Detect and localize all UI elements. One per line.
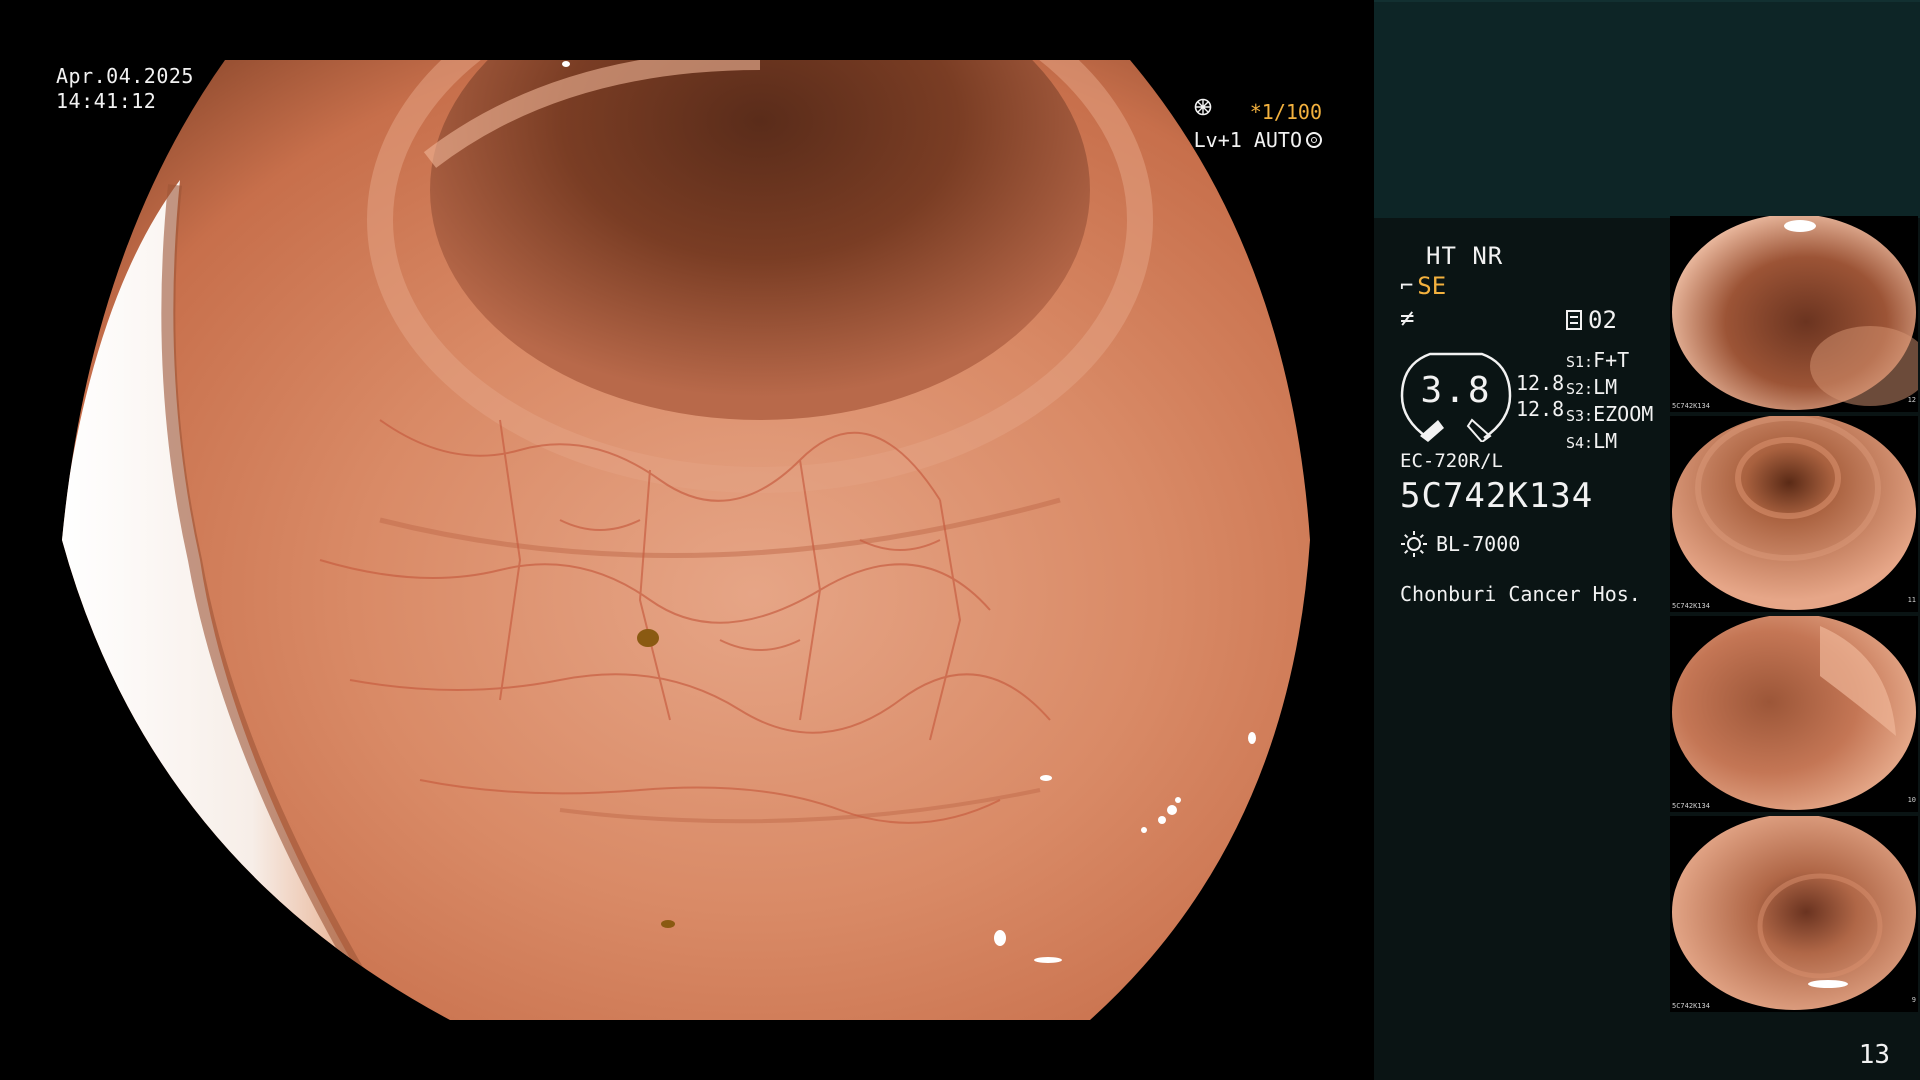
switch-s4: S4:LM [1566,429,1618,453]
thumbnail-label: 5C742K134 [1672,802,1710,810]
gauge-numbers: 12.8 12.8 [1516,370,1564,422]
iris-icon [1306,132,1322,148]
thumbnail-3[interactable]: 5C742K134 10 [1670,616,1918,812]
gauge-value: 3.8 [1420,370,1492,411]
thumbnail-1[interactable]: 5C742K134 12 [1670,216,1918,412]
hook-icon: ⌐ [1400,273,1414,299]
page-number: 13 [1858,1040,1890,1070]
switch-s3: S3:EZOOM [1566,402,1654,426]
shutter-speed: *1/100 [1249,100,1322,124]
thumbnail-label: 5C742K134 [1672,1002,1710,1010]
top-teal-area [1374,0,1920,218]
thumbnail-label: 5C742K134 [1672,602,1710,610]
channel-number: 02 [1588,306,1617,334]
info-panel: HT NR ⌐ SE ≠ 02 3.8 12.8 12.8 S1:F+T S2:… [1374,0,1920,1080]
light-source-text: BL-7000 [1436,532,1521,556]
sun-icon [1401,531,1427,557]
exposure-readout: *1/100 Lv+1 AUTO [1194,98,1322,154]
gauge-number-2: 12.8 [1516,397,1565,421]
thumbnail-image [1672,816,1916,1010]
thumbnail-image [1672,216,1918,410]
document-icon [1566,310,1582,330]
level-text: Lv+1 AUTO [1193,128,1302,152]
switch-s2: S2:LM [1566,375,1618,399]
se-row: ⌐ SE [1400,272,1446,300]
se-text: SE [1417,272,1447,300]
time-text: 14:41:12 [56,89,157,113]
thumbnail-image [1672,416,1916,610]
thumbnail-number: 10 [1907,796,1916,804]
shutter-row: *1/100 [1194,98,1322,126]
date-text: Apr.04.2025 [56,64,194,88]
scope-serial: 5C742K134 [1400,476,1594,516]
main-endoscope-view: Apr.04.2025 14:41:12 *1/100 Lv+1 AUTO [0,0,1372,1080]
switch-s1: S1:F+T [1566,348,1630,372]
thumbnail-number: 9 [1911,996,1916,1004]
date-time-readout: Apr.04.2025 14:41:12 [56,64,194,114]
thumbnail-label: 5C742K134 [1672,402,1710,410]
thumbnail-strip: 5C742K134 12 5C742K134 11 5C742K134 10 5… [1670,216,1918,1016]
endoscopy-screen: Apr.04.2025 14:41:12 *1/100 Lv+1 AUTO HT… [0,0,1920,1080]
thumbnail-2[interactable]: 5C742K134 11 [1670,416,1918,612]
scope-switch-list: S1:F+T S2:LM S3:EZOOM S4:LM [1566,348,1653,456]
shutter-icon [1194,98,1211,116]
hospital-name: Chonburi Cancer Hos. [1400,582,1641,606]
level-row: Lv+1 AUTO [1194,126,1322,154]
scope-model: EC-720R/L [1400,450,1503,472]
gauge: 3.8 [1400,350,1512,444]
gauge-number-1: 12.8 [1516,371,1565,395]
thumbnail-number: 12 [1907,396,1916,404]
ht-nr-text: HT NR [1426,242,1504,270]
thumbnail-4[interactable]: 5C742K134 9 [1670,816,1918,1012]
light-source-row: BL-7000 [1400,530,1520,558]
not-equal-icon: ≠ [1400,304,1415,332]
thumbnail-image [1672,616,1916,810]
endoscope-image [62,60,1310,1020]
thumbnail-number: 11 [1907,596,1916,604]
channel-row: 02 [1566,306,1617,334]
